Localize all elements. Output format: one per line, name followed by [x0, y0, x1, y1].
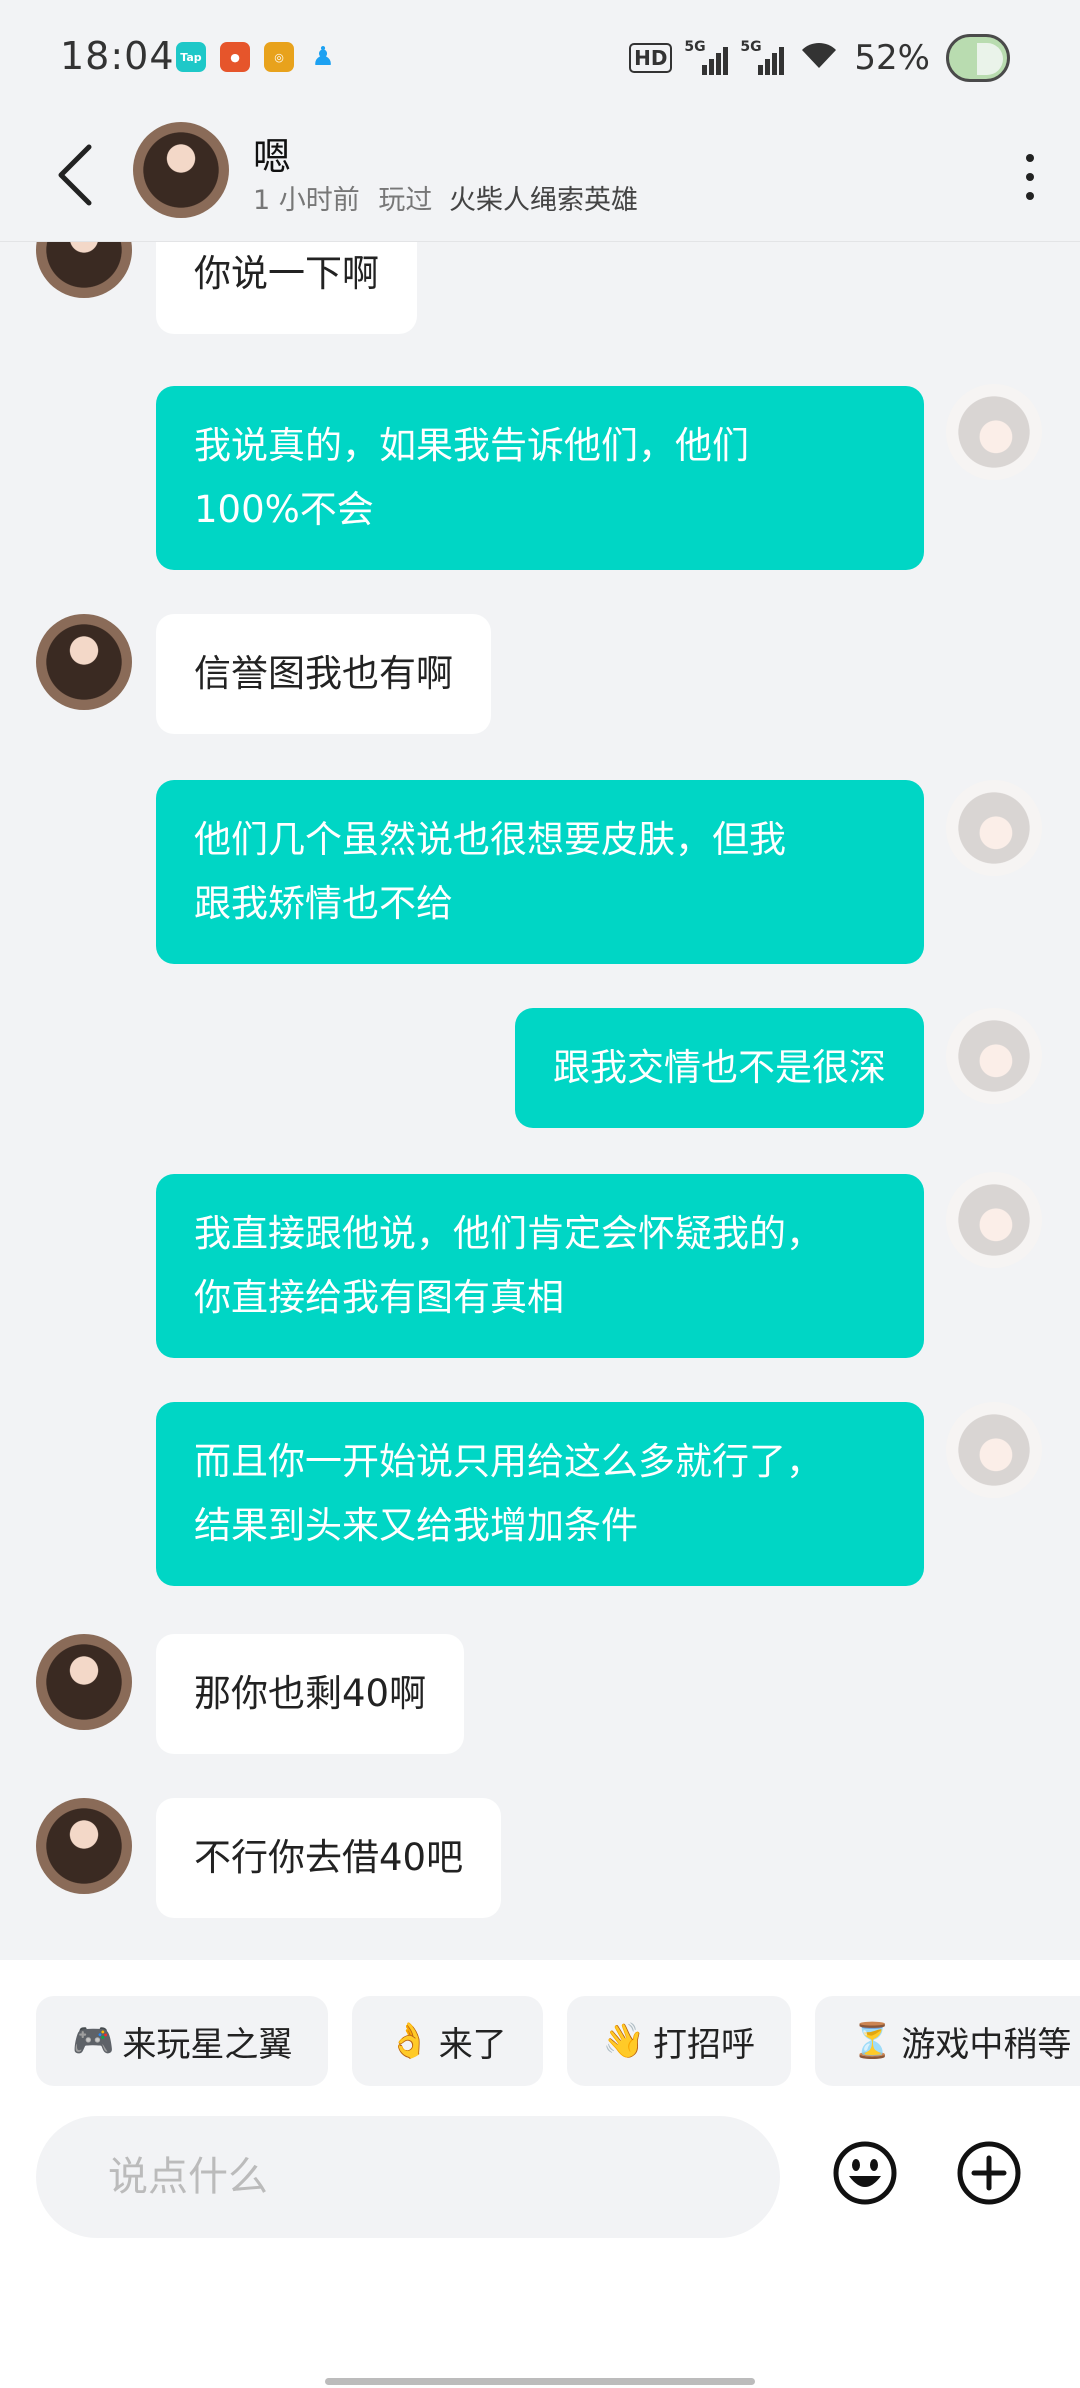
- message-text: 你说一下啊: [194, 252, 379, 295]
- signal-2-icon: 5G: [740, 39, 785, 75]
- message-bubble-outgoing[interactable]: 他们几个虽然说也很想要皮肤，但我 跟我矫情也不给: [156, 780, 924, 964]
- message-text: 你直接给我有图有真相: [194, 1276, 564, 1319]
- quick-reply-chip[interactable]: 👋 打招呼: [566, 1996, 792, 2086]
- dot-icon: [1026, 154, 1034, 162]
- more-options-button[interactable]: [1010, 142, 1050, 212]
- sender-avatar[interactable]: [36, 1634, 132, 1730]
- hourglass-icon: ⏳: [851, 2021, 894, 2061]
- game-app-icon: ●: [220, 42, 250, 72]
- message-list[interactable]: 你说一下啊 我说真的，如果我告诉他们，他们 100%不会 信誉图我也有啊 他们几…: [0, 242, 1080, 1960]
- chevron-left-icon: [58, 144, 92, 206]
- message-text: 我说真的，如果我告诉他们，他们: [194, 424, 749, 467]
- contact-avatar[interactable]: [133, 122, 229, 218]
- message-text: 跟我交情也不是很深: [553, 1046, 886, 1089]
- message-input[interactable]: [36, 2116, 780, 2238]
- battery-cloud-icon: [946, 34, 1010, 82]
- my-avatar[interactable]: [946, 1008, 1042, 1104]
- my-avatar[interactable]: [946, 780, 1042, 876]
- contact-name: 嗯: [253, 135, 292, 179]
- message-text: 跟我矫情也不给: [194, 882, 453, 925]
- home-indicator[interactable]: [325, 2378, 755, 2385]
- message-text: 那你也剩40啊: [194, 1672, 427, 1715]
- last-active-time: 1 小时前: [253, 185, 360, 216]
- message-text: 100%不会: [194, 488, 374, 531]
- message-text: 不行你去借40吧: [194, 1836, 464, 1879]
- qq-icon: ♟: [311, 42, 335, 72]
- wifi-icon: [800, 40, 838, 76]
- message-bubble-outgoing[interactable]: 我直接跟他说，他们肯定会怀疑我的， 你直接给我有图有真相: [156, 1174, 924, 1358]
- gamepad-icon: 🎮: [72, 2021, 115, 2061]
- message-bubble-incoming[interactable]: 那你也剩40啊: [156, 1634, 465, 1754]
- hd-voice-icon: HD: [629, 43, 673, 73]
- my-avatar[interactable]: [946, 384, 1042, 480]
- chip-label: 来了: [438, 2024, 507, 2065]
- sender-avatar[interactable]: [36, 614, 132, 710]
- composer-row: [36, 2116, 1046, 2240]
- message-text: 我直接跟他说，他们肯定会怀疑我的，: [194, 1212, 823, 1255]
- my-avatar[interactable]: [946, 1172, 1042, 1268]
- emoji-button[interactable]: [832, 2140, 898, 2206]
- smiley-icon: [833, 2141, 897, 2205]
- waving-hand-icon: 👋: [602, 2021, 646, 2061]
- message-bubble-outgoing[interactable]: 我说真的，如果我告诉他们，他们 100%不会: [156, 386, 924, 570]
- target-app-icon: ◎: [264, 42, 294, 72]
- dot-icon: [1026, 173, 1034, 181]
- quick-reply-chip[interactable]: 👌 来了: [352, 1996, 543, 2086]
- quick-reply-bar[interactable]: 🎮 来玩星之翼 👌 来了 👋 打招呼 ⏳ 游戏中稍等: [36, 1996, 1080, 2086]
- status-time: 18:04: [60, 34, 175, 78]
- signal-1-icon: 5G: [684, 39, 729, 75]
- taptap-icon: Tap: [176, 42, 206, 72]
- status-bar: 18:04 Tap ● ◎ ♟ HD 5G 5G 52%: [0, 0, 1080, 112]
- contact-status: 1 小时前 玩过 火柴人绳索英雄: [253, 178, 638, 217]
- played-prefix: 玩过: [378, 185, 433, 216]
- chip-label: 来玩星之翼: [122, 2024, 293, 2065]
- message-bubble-incoming[interactable]: 你说一下啊: [156, 242, 417, 334]
- message-text: 信誉图我也有啊: [194, 652, 453, 695]
- sender-avatar[interactable]: [36, 1798, 132, 1894]
- message-text: 而且你一开始说只用给这么多就行了，: [194, 1440, 823, 1483]
- quick-reply-chip[interactable]: 🎮 来玩星之翼: [36, 1996, 329, 2086]
- composer-area: 🎮 来玩星之翼 👌 来了 👋 打招呼 ⏳ 游戏中稍等: [0, 1960, 1080, 2388]
- plus-circle-icon: [957, 2141, 1021, 2205]
- message-bubble-outgoing[interactable]: 跟我交情也不是很深: [515, 1008, 924, 1128]
- chat-header: 嗯 1 小时前 玩过 火柴人绳索英雄: [0, 112, 1080, 242]
- dot-icon: [1026, 192, 1034, 200]
- back-button[interactable]: [40, 130, 110, 220]
- message-bubble-incoming[interactable]: 信誉图我也有啊: [156, 614, 491, 734]
- ok-hand-icon: 👌: [388, 2021, 431, 2061]
- quick-reply-chip[interactable]: ⏳ 游戏中稍等: [815, 1996, 1080, 2086]
- message-text: 他们几个虽然说也很想要皮肤，但我: [194, 818, 786, 861]
- add-attachment-button[interactable]: [956, 2140, 1022, 2206]
- status-app-icons: Tap ● ◎ ♟: [176, 42, 338, 72]
- chip-label: 打招呼: [653, 2024, 756, 2065]
- played-game-link[interactable]: 火柴人绳索英雄: [449, 185, 638, 216]
- battery-text: 52%: [854, 38, 930, 78]
- message-bubble-incoming[interactable]: 不行你去借40吧: [156, 1798, 502, 1918]
- chip-label: 游戏中稍等: [901, 2024, 1072, 2065]
- message-text: 结果到头来又给我增加条件: [194, 1504, 638, 1547]
- sender-avatar[interactable]: [36, 242, 132, 298]
- message-bubble-outgoing[interactable]: 而且你一开始说只用给这么多就行了， 结果到头来又给我增加条件: [156, 1402, 924, 1586]
- my-avatar[interactable]: [946, 1402, 1042, 1498]
